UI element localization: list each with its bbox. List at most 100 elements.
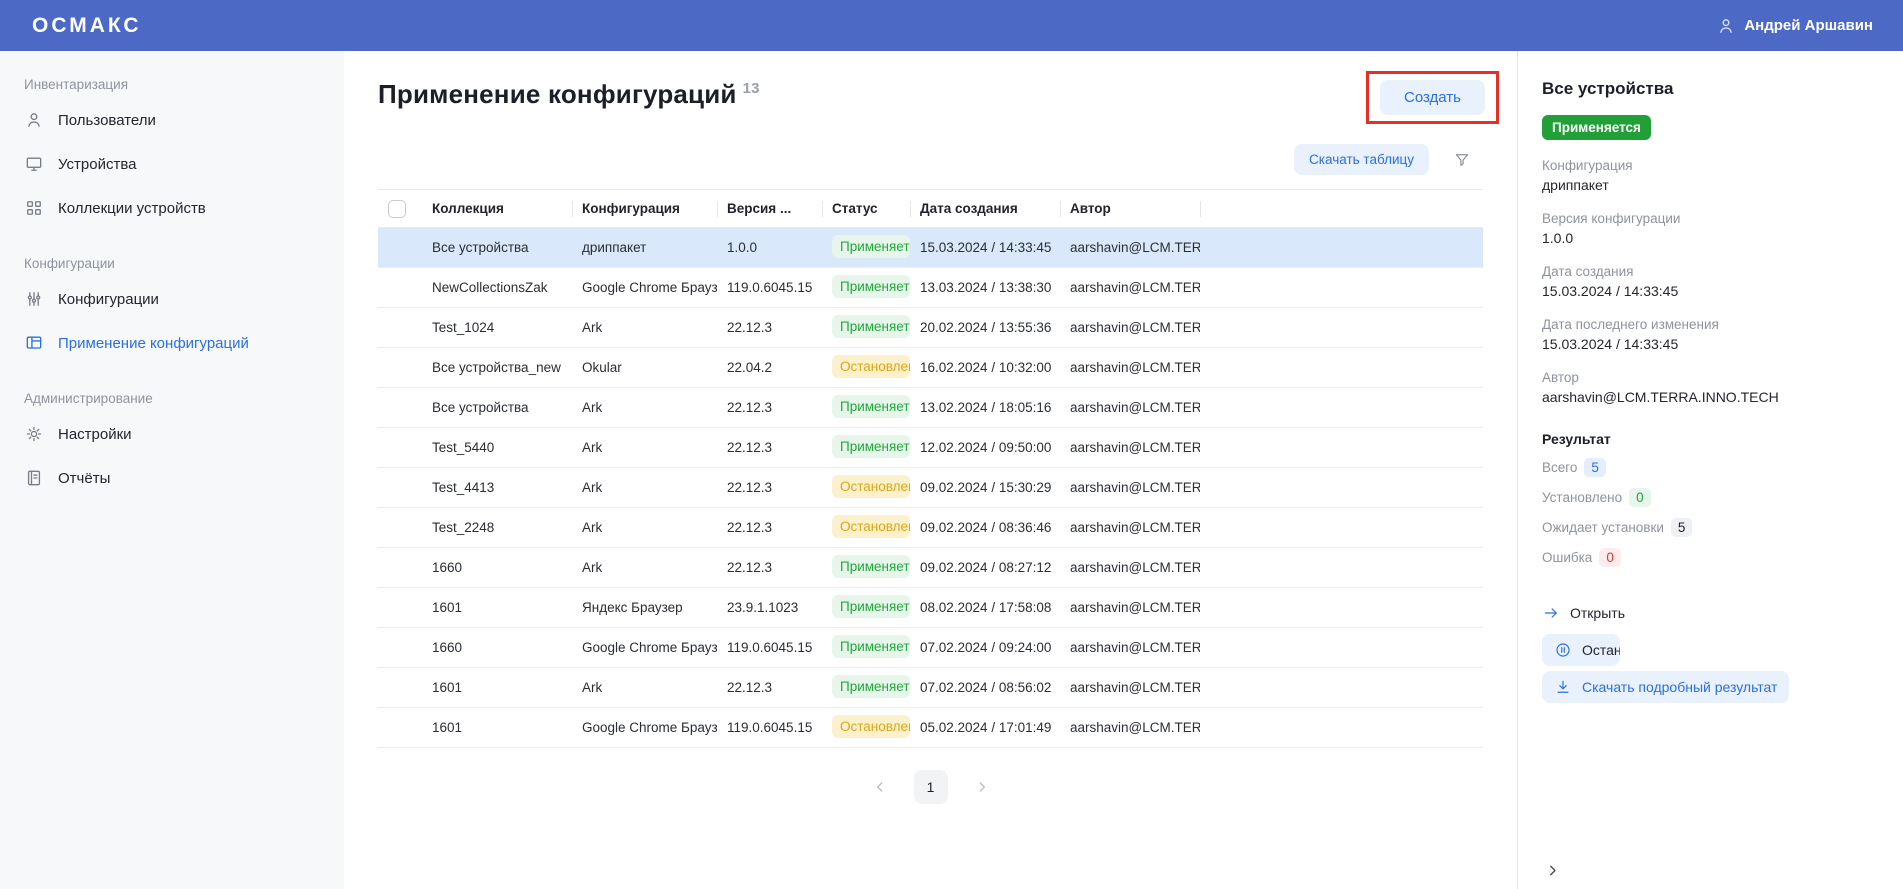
result-row: Ошибка0	[1542, 548, 1879, 567]
panel-action-button[interactable]: Остановить выполнение	[1542, 634, 1620, 666]
row-select-cell	[378, 468, 422, 508]
app-logo[interactable]: ОСМАКС	[32, 14, 142, 38]
table-row[interactable]: 1601Ark22.12.3Применяется07.02.2024 / 08…	[378, 668, 1483, 708]
sidebar-item-label: Отчёты	[58, 470, 110, 487]
status-pill: Применяется	[832, 275, 910, 298]
pagination-prev-icon[interactable]	[872, 779, 888, 795]
row-select-cell	[378, 708, 422, 748]
filter-icon[interactable]	[1453, 151, 1471, 169]
status-cell: Применяется	[822, 588, 910, 628]
sidebar-item[interactable]: Отчёты	[24, 456, 326, 500]
table-row[interactable]: Все устройствадриппакет1.0.0Применяется1…	[378, 228, 1483, 268]
result-label: Установлено	[1542, 490, 1622, 505]
panel-field-value: 15.03.2024 / 14:33:45	[1542, 283, 1879, 299]
sidebar-section-label: Конфигурации	[24, 256, 326, 271]
result-row: Установлено0	[1542, 488, 1879, 507]
panel-field: Авторaarshavin@LCM.TERRA.INNO.TECH	[1542, 370, 1879, 405]
row-select-cell	[378, 548, 422, 588]
created-cell: 12.02.2024 / 09:50:00	[910, 428, 1060, 468]
pagination-page[interactable]: 1	[914, 770, 948, 804]
configuration-cell: Яндекс Браузер	[572, 588, 717, 628]
created-cell: 16.02.2024 / 10:32:00	[910, 348, 1060, 388]
column-header[interactable]: Автор	[1060, 190, 1200, 228]
table-row[interactable]: 1601Яндекс Браузер23.9.1.1023Применяется…	[378, 588, 1483, 628]
sidebar-item[interactable]: Настройки	[24, 412, 326, 456]
sidebar-item-label: Пользователи	[58, 112, 156, 129]
sidebar-item[interactable]: Пользователи	[24, 98, 326, 142]
status-pill: Применяется	[832, 555, 910, 578]
collection-cell: 1601	[422, 668, 572, 708]
sidebar: ИнвентаризацияПользователиУстройстваКолл…	[0, 51, 344, 889]
result-count-badge: 0	[1599, 548, 1621, 567]
configuration-cell: Ark	[572, 428, 717, 468]
grid-icon	[24, 198, 44, 218]
panel-collapse-icon[interactable]	[1544, 862, 1561, 879]
table-row[interactable]: 1601Google Chrome Браузер119.0.6045.15Ос…	[378, 708, 1483, 748]
sidebar-item-label: Коллекции устройств	[58, 200, 206, 217]
pagination-next-icon[interactable]	[974, 779, 990, 795]
row-select-cell	[378, 388, 422, 428]
panel-action-button[interactable]: Скачать подробный результат	[1542, 671, 1789, 703]
table-row[interactable]: Test_2248Ark22.12.3Остановлено09.02.2024…	[378, 508, 1483, 548]
status-cell: Применяется	[822, 628, 910, 668]
table-row[interactable]: Test_1024Ark22.12.3Применяется20.02.2024…	[378, 308, 1483, 348]
collection-cell: Test_1024	[422, 308, 572, 348]
collection-cell: Test_5440	[422, 428, 572, 468]
panel-field-value: 15.03.2024 / 14:33:45	[1542, 336, 1879, 352]
status-cell: Применяется	[822, 268, 910, 308]
collection-cell: Все устройства	[422, 228, 572, 268]
column-header[interactable]: Конфигурация	[572, 190, 717, 228]
version-cell: 22.04.2	[717, 348, 822, 388]
row-select-cell	[378, 628, 422, 668]
version-cell: 22.12.3	[717, 388, 822, 428]
author-cell: aarshavin@LCM.TERRA.INNO.TECH	[1060, 508, 1200, 548]
created-cell: 09.02.2024 / 15:30:29	[910, 468, 1060, 508]
select-all-checkbox[interactable]	[388, 200, 406, 218]
sliders-icon	[24, 289, 44, 309]
column-header[interactable]: Статус	[822, 190, 910, 228]
user-menu[interactable]: Андрей Аршавин	[1716, 16, 1873, 36]
table-row[interactable]: Все устройстваArk22.12.3Применяется13.02…	[378, 388, 1483, 428]
result-row: Ожидает установки5	[1542, 518, 1879, 537]
panel-action-label: Скачать подробный результат	[1582, 679, 1777, 695]
sidebar-item[interactable]: Устройства	[24, 142, 326, 186]
author-cell: aarshavin@LCM.TERRA.INNO.TECH	[1060, 228, 1200, 268]
column-header[interactable]: Дата создания	[910, 190, 1060, 228]
records-count: 13	[743, 80, 760, 97]
configuration-cell: Google Chrome Браузер	[572, 268, 717, 308]
author-cell: aarshavin@LCM.TERRA.INNO.TECH	[1060, 548, 1200, 588]
created-cell: 05.02.2024 / 17:01:49	[910, 708, 1060, 748]
details-panel: Все устройства Применяется Конфигурацияд…	[1517, 51, 1903, 889]
panel-action-label: Открыть	[1570, 605, 1625, 621]
collection-cell: Все устройства	[422, 388, 572, 428]
table-row[interactable]: Test_5440Ark22.12.3Применяется12.02.2024…	[378, 428, 1483, 468]
table-row[interactable]: 1660Google Chrome Браузер119.0.6045.15Пр…	[378, 628, 1483, 668]
create-button[interactable]: Создать	[1380, 80, 1485, 115]
status-cell: Остановлено	[822, 468, 910, 508]
configuration-cell: дриппакет	[572, 228, 717, 268]
version-cell: 22.12.3	[717, 468, 822, 508]
columns-icon	[24, 333, 44, 353]
table-row[interactable]: Test_4413Ark22.12.3Остановлено09.02.2024…	[378, 468, 1483, 508]
table-row[interactable]: NewCollectionsZakGoogle Chrome Браузер11…	[378, 268, 1483, 308]
version-cell: 23.9.1.1023	[717, 588, 822, 628]
column-header-spacer	[1200, 190, 1483, 228]
status-cell: Применяется	[822, 308, 910, 348]
configuration-cell: Ark	[572, 548, 717, 588]
download-table-button[interactable]: Скачать таблицу	[1294, 144, 1429, 175]
author-cell: aarshavin@LCM.TERRA.INNO.TECH	[1060, 588, 1200, 628]
row-select-cell	[378, 308, 422, 348]
panel-action-button[interactable]: Открыть	[1542, 597, 1637, 629]
sidebar-item[interactable]: Конфигурации	[24, 277, 326, 321]
table-row[interactable]: Все устройства_newOkular22.04.2Остановле…	[378, 348, 1483, 388]
sidebar-item[interactable]: Применение конфигураций	[24, 321, 326, 365]
author-cell: aarshavin@LCM.TERRA.INNO.TECH	[1060, 348, 1200, 388]
panel-field-label: Версия конфигурации	[1542, 211, 1879, 226]
sidebar-item[interactable]: Коллекции устройств	[24, 186, 326, 230]
arrow-right-icon	[1542, 604, 1560, 622]
column-header[interactable]: Коллекция	[422, 190, 572, 228]
column-header[interactable]: Версия ...	[717, 190, 822, 228]
status-badge: Применяется	[1542, 115, 1651, 140]
table-row[interactable]: 1660Ark22.12.3Применяется09.02.2024 / 08…	[378, 548, 1483, 588]
created-cell: 07.02.2024 / 08:56:02	[910, 668, 1060, 708]
